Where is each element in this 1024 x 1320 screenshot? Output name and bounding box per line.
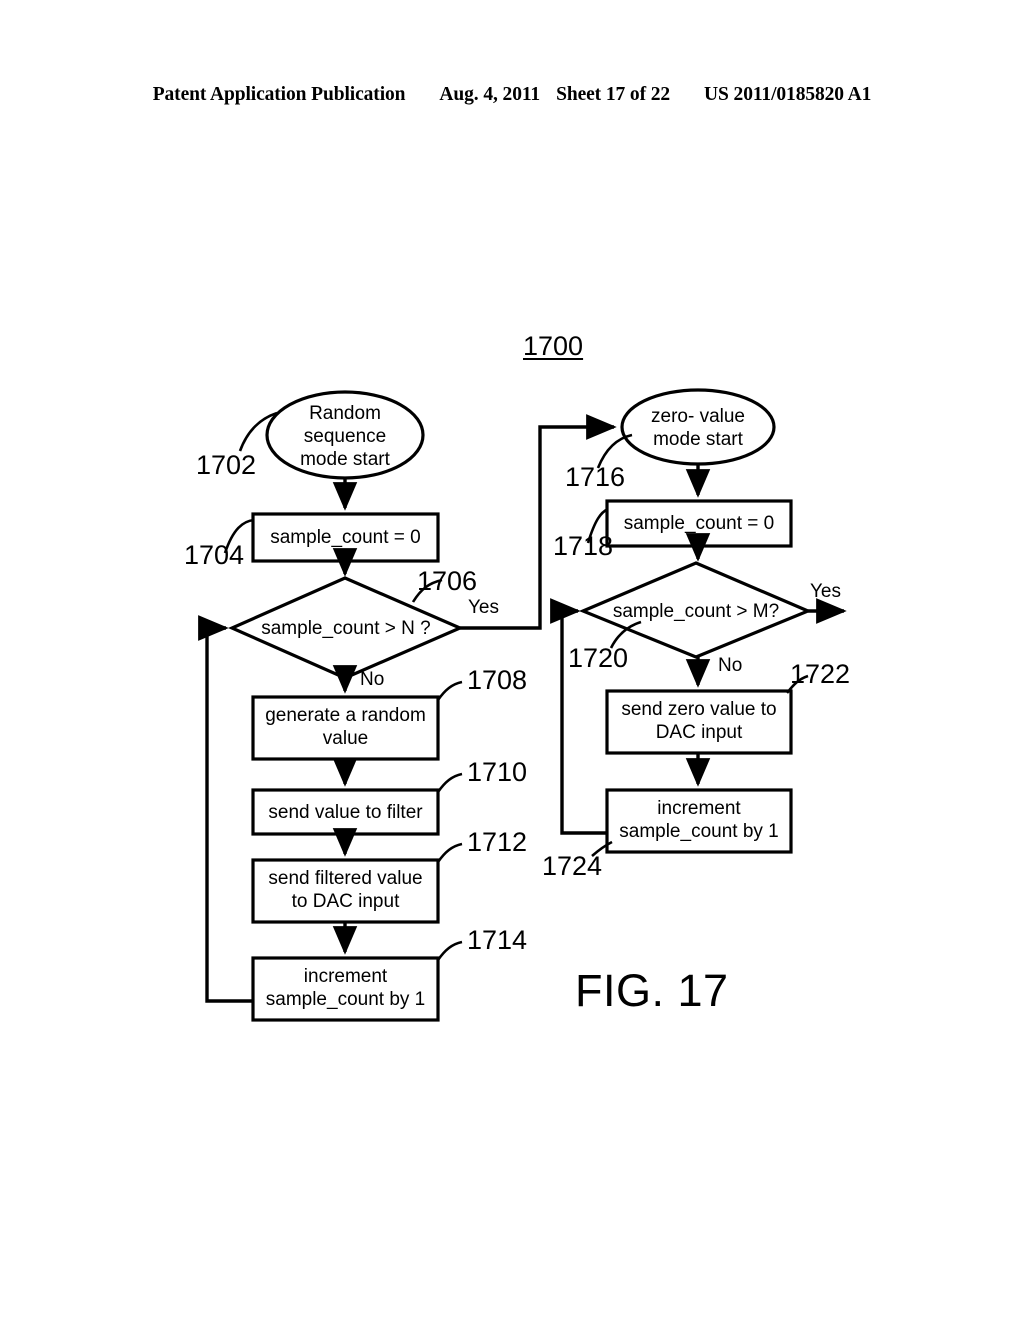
node-shape-1714 [251,956,440,1022]
node-shape-1724 [605,788,793,854]
ref-num-1700: 1700 [523,331,584,361]
edge-label-left-no: No [360,669,385,690]
leader-1708 [436,680,463,701]
node-shape-1718 [605,499,793,548]
ref-num-1720: 1720 [568,643,629,673]
ref-num-1716: 1716 [565,462,626,492]
ref-num-1712: 1712 [467,827,528,857]
node-shape-1710 [251,788,440,836]
ref-num-1708: 1708 [467,665,528,695]
edge-1714-1706-loopback [198,615,253,1003]
patent-page: Patent Application Publication Aug. 4, 2… [0,0,1024,1320]
ref-num-1714: 1714 [467,925,528,955]
ref-num-1706: 1706 [417,566,478,596]
ref-num-1718: 1718 [553,531,614,561]
leader-1712 [436,842,463,863]
node-shape-1722 [605,689,793,755]
leader-1714 [436,940,463,961]
node-shape-1712 [251,858,440,924]
ref-num-1724: 1724 [542,851,603,881]
figure-caption: FIG. 17 [575,965,729,1016]
edge-label-left-yes: Yes [468,597,499,618]
ref-num-1704: 1704 [184,540,245,570]
node-shape-1704 [251,512,440,563]
edge-label-right-no: No [718,655,743,676]
node-shape-1702 [265,390,425,480]
ref-num-1702: 1702 [196,450,257,480]
node-shape-1708 [251,695,440,761]
leader-1710 [436,772,463,793]
node-shape-1716 [620,388,776,466]
edge-label-right-yes: Yes [810,581,841,602]
ref-num-1710: 1710 [467,757,528,787]
flowchart-graphics [198,388,847,1022]
ref-num-1722: 1722 [790,659,851,689]
